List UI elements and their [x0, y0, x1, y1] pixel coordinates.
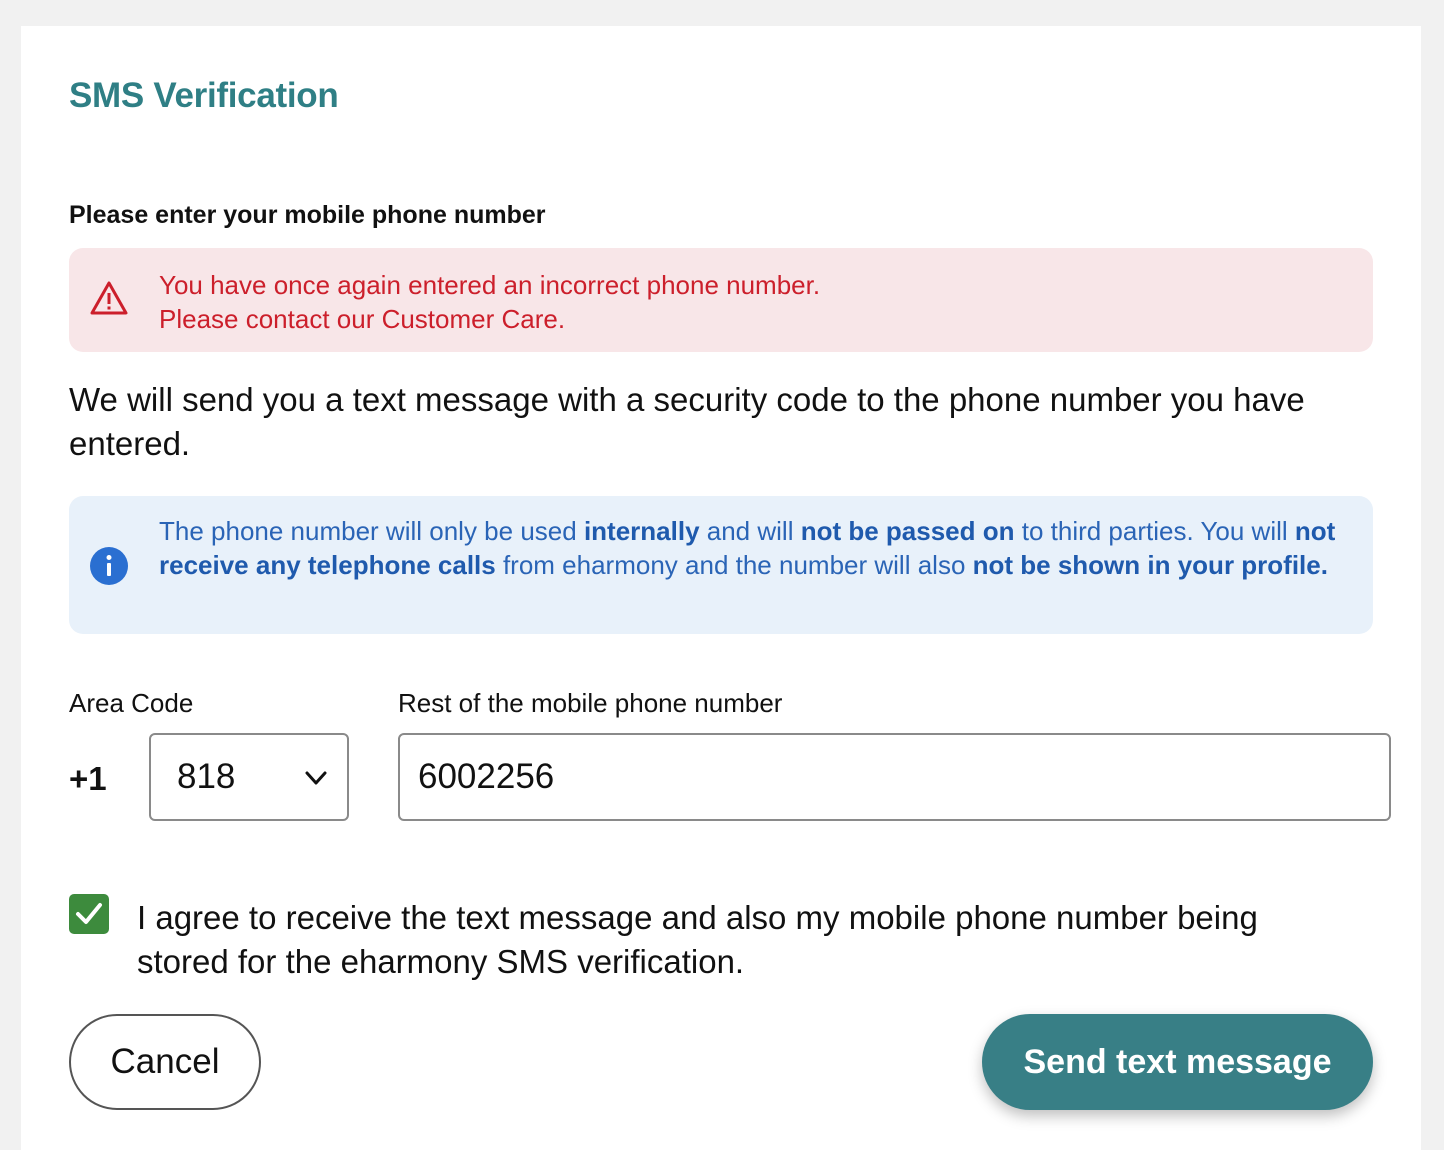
info-circle-icon — [89, 546, 129, 586]
info-text-2: and will — [699, 516, 801, 546]
info-alert: The phone number will only be used inter… — [69, 496, 1373, 634]
error-message: You have once again entered an incorrect… — [159, 268, 820, 336]
error-alert: You have once again entered an incorrect… — [69, 248, 1373, 352]
area-code-select[interactable]: 818 — [149, 733, 349, 821]
page-title: SMS Verification — [69, 76, 339, 115]
warning-triangle-icon — [89, 280, 129, 316]
info-bold-4: not be shown in your profile. — [972, 550, 1328, 580]
error-line-1: You have once again entered an incorrect… — [159, 270, 821, 300]
info-text-1: The phone number will only be used — [159, 516, 584, 546]
checkmark-icon — [76, 903, 102, 924]
send-text-message-button[interactable]: Send text message — [982, 1014, 1373, 1110]
intro-text: We will send you a text message with a s… — [69, 381, 1305, 462]
consent-label: I agree to receive the text message and … — [137, 899, 1258, 980]
chevron-down-icon — [303, 765, 329, 791]
country-code: +1 — [69, 760, 107, 797]
info-message: The phone number will only be used inter… — [159, 514, 1354, 582]
area-code-value: 818 — [177, 757, 236, 796]
phone-number-input[interactable] — [398, 733, 1391, 821]
info-text-4: from eharmony and the number will also — [495, 550, 973, 580]
consent-checkbox[interactable] — [69, 894, 109, 934]
rest-number-label: Rest of the mobile phone number — [398, 688, 783, 718]
cancel-button[interactable]: Cancel — [69, 1014, 261, 1110]
sms-verification-card: SMS Verification Please enter your mobil… — [21, 26, 1421, 1150]
info-text-3: to third parties. You will — [1014, 516, 1295, 546]
area-code-label: Area Code — [69, 688, 194, 718]
error-line-2: Please contact our Customer Care. — [159, 304, 566, 334]
phone-prompt: Please enter your mobile phone number — [69, 201, 546, 229]
info-bold-1: internally — [583, 516, 700, 546]
info-bold-2: not be passed on — [800, 516, 1015, 546]
